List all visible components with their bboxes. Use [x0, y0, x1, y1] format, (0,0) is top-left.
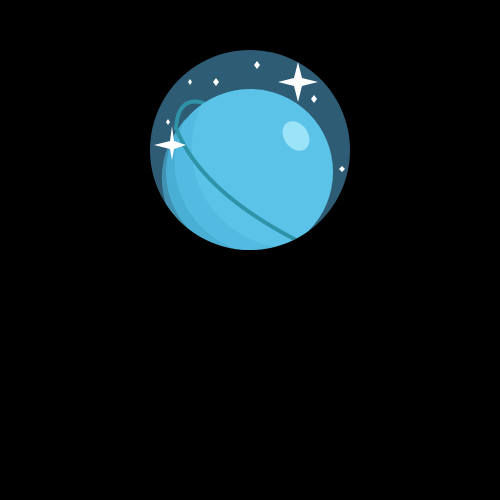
stage	[0, 0, 500, 500]
planet-illustration	[150, 50, 350, 250]
